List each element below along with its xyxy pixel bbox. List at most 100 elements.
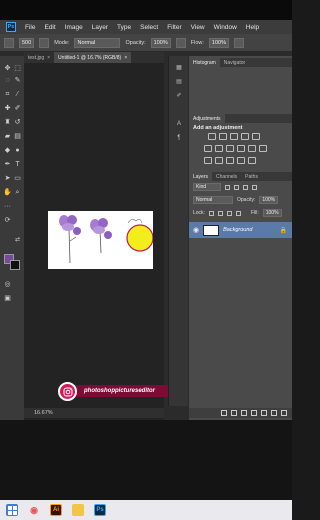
blur-tool-icon[interactable]: ◆: [3, 146, 12, 155]
menu-view[interactable]: View: [191, 24, 205, 31]
brightness-icon[interactable]: [208, 133, 216, 140]
lock-pixels-icon[interactable]: [217, 210, 223, 216]
quick-mask-icon[interactable]: ◎: [3, 280, 12, 289]
more-tools-icon[interactable]: ···: [3, 202, 12, 211]
filter-shape-icon[interactable]: [252, 184, 257, 190]
vibrance-icon[interactable]: [252, 133, 260, 140]
zoom-tool-icon[interactable]: ⌕: [13, 188, 22, 197]
menu-select[interactable]: Select: [140, 24, 158, 31]
mode-select[interactable]: Normal: [74, 37, 121, 48]
threshold-icon[interactable]: [226, 157, 234, 164]
tab-histogram[interactable]: Histogram: [189, 58, 220, 67]
close-icon[interactable]: ×: [124, 55, 127, 61]
menu-type[interactable]: Type: [117, 24, 131, 31]
healing-brush-tool-icon[interactable]: ✚: [3, 104, 12, 113]
posterize-icon[interactable]: [215, 157, 223, 164]
fill-field[interactable]: 100%: [262, 209, 282, 217]
menu-edit[interactable]: Edit: [44, 24, 55, 31]
path-selection-tool-icon[interactable]: ➤: [3, 174, 12, 183]
new-adjustment-layer-icon[interactable]: [251, 410, 257, 416]
history-brush-tool-icon[interactable]: ↺: [13, 118, 22, 127]
menu-layer[interactable]: Layer: [92, 24, 108, 31]
menu-window[interactable]: Window: [214, 24, 237, 31]
filter-pixel-icon[interactable]: [225, 184, 230, 190]
tab-channels[interactable]: Channels: [212, 172, 241, 181]
windows-start-icon[interactable]: [6, 504, 18, 516]
close-icon[interactable]: ×: [47, 55, 50, 61]
gradient-tool-icon[interactable]: ▤: [13, 132, 22, 141]
black-white-icon[interactable]: [226, 145, 234, 152]
illustrator-icon[interactable]: Ai: [50, 504, 62, 516]
lasso-tool-icon[interactable]: ◌: [3, 76, 12, 85]
type-tool-icon[interactable]: T: [13, 160, 22, 169]
filter-type-icon[interactable]: [243, 184, 248, 190]
lock-all-icon[interactable]: [235, 210, 241, 216]
add-mask-icon[interactable]: [241, 410, 247, 416]
hue-saturation-icon[interactable]: [204, 145, 212, 152]
new-layer-icon[interactable]: [271, 410, 277, 416]
opacity-field[interactable]: 100%: [150, 37, 171, 48]
layer-style-icon[interactable]: [231, 410, 237, 416]
tab-untitled-1[interactable]: Untitled-1 @ 16.7% (RGB/8) ×: [54, 52, 132, 63]
brush-size-picker[interactable]: 500: [19, 37, 35, 48]
menu-file[interactable]: File: [25, 24, 35, 31]
airbrush-icon[interactable]: [233, 37, 244, 48]
brush-tool-preset-icon[interactable]: [4, 37, 14, 48]
menu-help[interactable]: Help: [246, 24, 259, 31]
menu-image[interactable]: Image: [65, 24, 83, 31]
invert-icon[interactable]: [204, 157, 212, 164]
tab-navigator[interactable]: Navigator: [220, 58, 249, 67]
lock-transparent-icon[interactable]: [208, 210, 214, 216]
color-lookup-icon[interactable]: [259, 145, 267, 152]
levels-icon[interactable]: [219, 133, 227, 140]
flow-field[interactable]: 100%: [208, 37, 229, 48]
menu-filter[interactable]: Filter: [167, 24, 181, 31]
tab-layers[interactable]: Layers: [189, 172, 213, 181]
move-tool-icon[interactable]: ✥: [3, 64, 12, 73]
swap-colors-icon[interactable]: ⇄: [13, 236, 22, 245]
history-panel-icon[interactable]: ▦: [174, 64, 184, 72]
marquee-tool-icon[interactable]: ⬚: [13, 64, 22, 73]
background-color-swatch[interactable]: [10, 260, 20, 270]
hand-tool-icon[interactable]: ✋: [3, 188, 12, 197]
blend-mode-select[interactable]: Normal: [193, 196, 233, 204]
properties-panel-icon[interactable]: ▤: [174, 78, 184, 86]
pressure-opacity-icon[interactable]: [175, 37, 186, 48]
delete-layer-icon[interactable]: [281, 410, 287, 416]
character-panel-icon[interactable]: A: [174, 120, 184, 128]
selective-color-icon[interactable]: [248, 157, 256, 164]
brush-panel-icon[interactable]: [39, 37, 50, 48]
brush-tool-icon[interactable]: ✐: [13, 104, 22, 113]
eye-icon[interactable]: ◉: [193, 226, 199, 234]
photoshop-taskbar-icon[interactable]: Ps: [94, 504, 106, 516]
layer-row-background[interactable]: ◉ Background 🔒: [189, 222, 292, 238]
lock-position-icon[interactable]: [226, 210, 232, 216]
brush-panel-icon[interactable]: ✐: [174, 92, 184, 100]
rotate-view-tool-icon[interactable]: ⟳: [3, 216, 12, 225]
link-layers-icon[interactable]: [221, 410, 227, 416]
eraser-tool-icon[interactable]: ▰: [3, 132, 12, 141]
crop-tool-icon[interactable]: ⌗: [3, 90, 12, 99]
paragraph-panel-icon[interactable]: ¶: [174, 134, 184, 142]
shape-tool-icon[interactable]: ▭: [13, 174, 22, 183]
exposure-icon[interactable]: [241, 133, 249, 140]
layer-kind-filter[interactable]: Kind: [193, 183, 221, 191]
layer-opacity-field[interactable]: 100%: [259, 196, 279, 204]
pen-tool-icon[interactable]: ✒: [3, 160, 12, 169]
screen-mode-icon[interactable]: ▣: [3, 294, 12, 303]
photo-filter-icon[interactable]: [237, 145, 245, 152]
new-group-icon[interactable]: [261, 410, 267, 416]
tab-paths[interactable]: Paths: [241, 172, 262, 181]
quick-select-tool-icon[interactable]: ✎: [13, 76, 22, 85]
curves-icon[interactable]: [230, 133, 238, 140]
channel-mixer-icon[interactable]: [248, 145, 256, 152]
dodge-tool-icon[interactable]: ●: [13, 146, 22, 155]
clone-stamp-tool-icon[interactable]: ♜: [3, 118, 12, 127]
filter-adjustment-icon[interactable]: [234, 184, 239, 190]
chrome-icon[interactable]: ◉: [28, 504, 40, 516]
document-canvas[interactable]: [48, 211, 154, 269]
tab-adjustments[interactable]: Adjustments: [189, 114, 225, 123]
zoom-readout[interactable]: 16.67%: [34, 410, 53, 416]
tab-test-jpg[interactable]: test.jpg ×: [24, 52, 54, 63]
eyedropper-tool-icon[interactable]: ⁄: [13, 90, 22, 99]
